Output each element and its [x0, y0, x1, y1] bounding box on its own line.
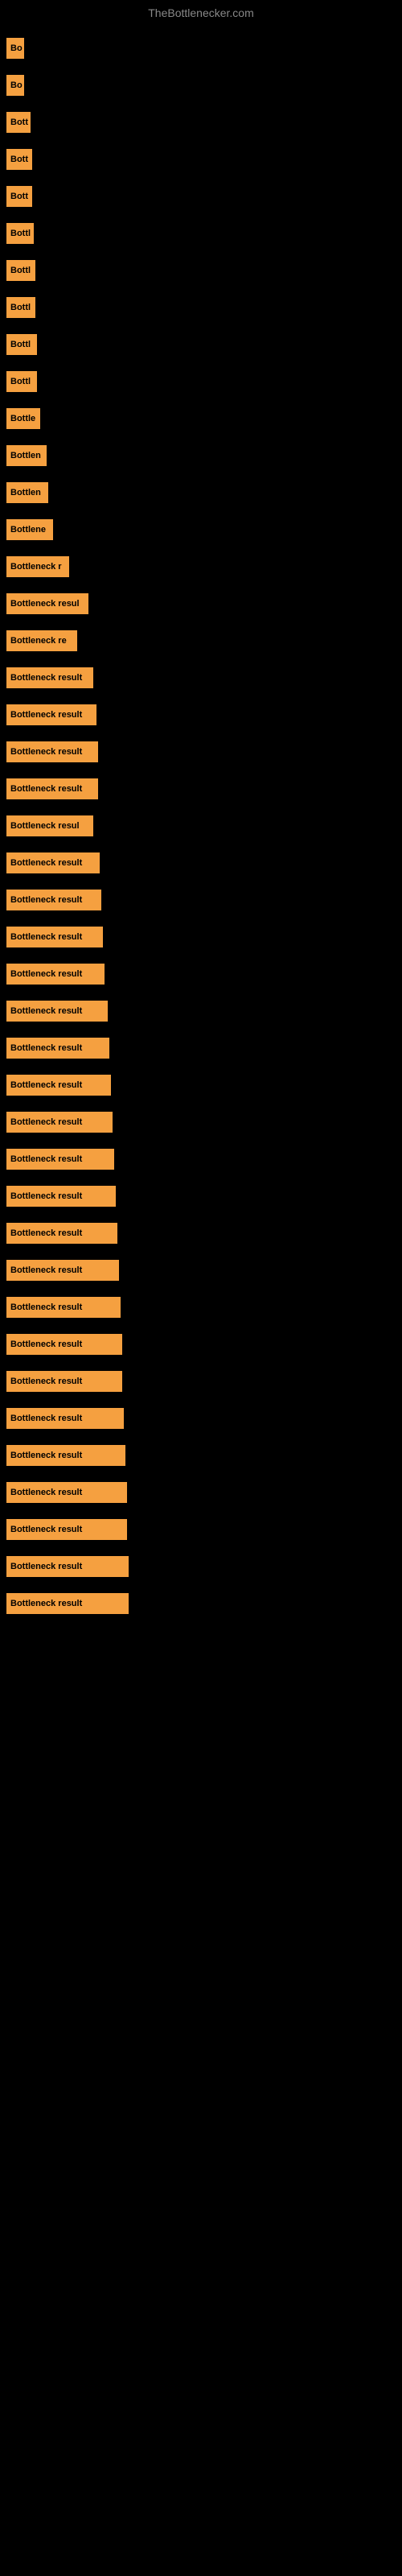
bottleneck-label: Bottleneck r — [6, 556, 69, 577]
bottleneck-label: Bottleneck result — [6, 667, 93, 688]
list-item: Bottleneck re — [6, 623, 396, 658]
list-item: Bottleneck result — [6, 1104, 396, 1140]
list-item: Bottleneck result — [6, 882, 396, 918]
bottleneck-label: Bottleneck resul — [6, 815, 93, 836]
list-item: Bottle — [6, 401, 396, 436]
list-item: Bottlen — [6, 475, 396, 510]
bottleneck-label: Bottleneck resul — [6, 593, 88, 614]
list-item: Bo — [6, 68, 396, 103]
list-item: Bottleneck result — [6, 845, 396, 881]
list-item: Bottleneck result — [6, 1141, 396, 1177]
bottleneck-label: Bottl — [6, 334, 37, 355]
list-item: Bottleneck result — [6, 919, 396, 955]
list-item: Bottleneck resul — [6, 586, 396, 621]
bottleneck-label: Bottlen — [6, 445, 47, 466]
list-item: Bottl — [6, 364, 396, 399]
list-item: Bottleneck resul — [6, 808, 396, 844]
list-item: Bottleneck result — [6, 1216, 396, 1251]
list-item: Bottleneck result — [6, 1512, 396, 1547]
bottleneck-label: Bottleneck result — [6, 1001, 108, 1022]
list-item: Bottleneck result — [6, 1253, 396, 1288]
bottleneck-label: Bottleneck result — [6, 1408, 124, 1429]
bottleneck-label: Bottleneck result — [6, 964, 105, 985]
list-item: Bottleneck result — [6, 771, 396, 807]
site-title: TheBottlenecker.com — [0, 0, 402, 23]
bottleneck-label: Bottl — [6, 371, 37, 392]
bottleneck-label: Bottleneck result — [6, 778, 98, 799]
list-item: Bott — [6, 179, 396, 214]
bottleneck-label: Bottleneck result — [6, 1186, 116, 1207]
list-item: Bottleneck result — [6, 993, 396, 1029]
bottleneck-label: Bottleneck result — [6, 741, 98, 762]
list-item: Bott — [6, 142, 396, 177]
bottleneck-label: Bottl — [6, 223, 34, 244]
bottleneck-label: Bottleneck result — [6, 1556, 129, 1577]
bottleneck-label: Bottleneck result — [6, 1149, 114, 1170]
bottleneck-label: Bo — [6, 75, 24, 96]
bottleneck-label: Bottleneck result — [6, 1112, 113, 1133]
bottleneck-label: Bottleneck result — [6, 1075, 111, 1096]
list-item: Bott — [6, 105, 396, 140]
bottleneck-label: Bottleneck result — [6, 1334, 122, 1355]
bottleneck-label: Bottleneck result — [6, 927, 103, 947]
bottleneck-label: Bottleneck result — [6, 1593, 129, 1614]
bottleneck-label: Bottle — [6, 408, 40, 429]
list-item: Bottleneck result — [6, 1364, 396, 1399]
bottleneck-label: Bottleneck result — [6, 890, 101, 910]
list-item: Bottl — [6, 290, 396, 325]
bottleneck-label: Bottl — [6, 297, 35, 318]
bottleneck-label: Bottleneck result — [6, 852, 100, 873]
bottleneck-label: Bottleneck result — [6, 1445, 125, 1466]
list-item: Bottleneck result — [6, 1179, 396, 1214]
list-item: Bottleneck result — [6, 1438, 396, 1473]
list-item: Bottleneck result — [6, 697, 396, 733]
bottleneck-label: Bottleneck result — [6, 1038, 109, 1059]
list-item: Bottl — [6, 327, 396, 362]
bottleneck-label: Bottlene — [6, 519, 53, 540]
list-item: Bottleneck result — [6, 1327, 396, 1362]
bottleneck-label: Bottleneck result — [6, 704, 96, 725]
bottleneck-label: Bott — [6, 149, 32, 170]
list-item: Bottleneck result — [6, 1549, 396, 1584]
bottleneck-label: Bottlen — [6, 482, 48, 503]
list-item: Bottleneck result — [6, 956, 396, 992]
list-item: Bottleneck r — [6, 549, 396, 584]
bottleneck-label: Bottleneck result — [6, 1297, 121, 1318]
bottleneck-label: Bott — [6, 112, 31, 133]
list-item: Bottleneck result — [6, 660, 396, 696]
list-item: Bottleneck result — [6, 1586, 396, 1621]
bottleneck-label: Bottleneck result — [6, 1371, 122, 1392]
items-container: Bo Bo Bott Bott Bott Bottl Bottl Bottl Bottl Bott… — [0, 23, 402, 1631]
bottleneck-label: Bottleneck result — [6, 1482, 127, 1503]
list-item: Bottleneck result — [6, 1401, 396, 1436]
bottleneck-label: Bott — [6, 186, 32, 207]
site-title-bar: TheBottlenecker.com — [0, 0, 402, 23]
list-item: Bo — [6, 31, 396, 66]
list-item: Bottleneck result — [6, 734, 396, 770]
bottleneck-label: Bottleneck result — [6, 1260, 119, 1281]
bottleneck-label: Bottleneck result — [6, 1223, 117, 1244]
bottleneck-label: Bottl — [6, 260, 35, 281]
list-item: Bottleneck result — [6, 1030, 396, 1066]
list-item: Bottl — [6, 216, 396, 251]
list-item: Bottlen — [6, 438, 396, 473]
list-item: Bottl — [6, 253, 396, 288]
list-item: Bottleneck result — [6, 1475, 396, 1510]
bottleneck-label: Bottleneck result — [6, 1519, 127, 1540]
bottleneck-label: Bottleneck re — [6, 630, 77, 651]
list-item: Bottleneck result — [6, 1067, 396, 1103]
bottleneck-label: Bo — [6, 38, 24, 59]
list-item: Bottlene — [6, 512, 396, 547]
list-item: Bottleneck result — [6, 1290, 396, 1325]
